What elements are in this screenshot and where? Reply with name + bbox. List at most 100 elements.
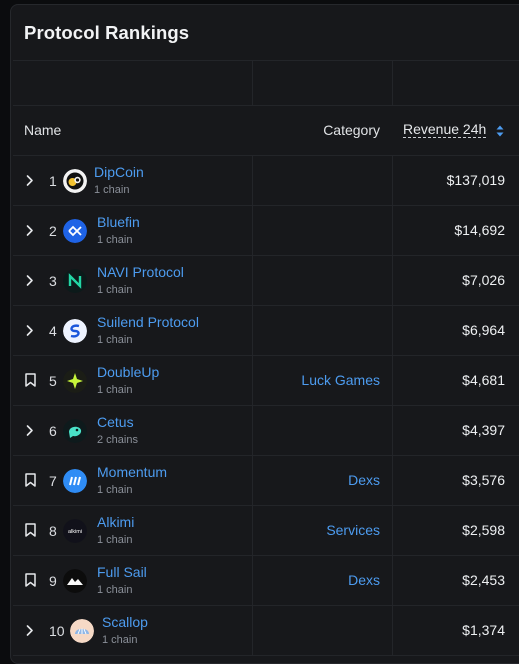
category-link[interactable]: Dexs — [348, 472, 380, 488]
category-column-header[interactable]: Category — [323, 122, 380, 138]
dipcoin-logo-icon — [63, 169, 87, 193]
chain-count: 1 chain — [102, 634, 138, 646]
revenue-value: $4,681 — [462, 372, 505, 388]
column-divider — [252, 156, 253, 205]
column-divider — [392, 61, 393, 105]
bluefin-logo-icon — [63, 219, 87, 243]
chain-count: 1 chain — [97, 334, 133, 346]
column-divider — [252, 206, 253, 255]
column-divider — [392, 506, 393, 555]
column-divider — [392, 306, 393, 355]
momentum-logo-icon — [63, 469, 87, 493]
protocol-name-link[interactable]: Momentum — [97, 464, 167, 480]
doubleup-logo-icon — [63, 369, 87, 393]
chain-count: 1 chain — [97, 384, 133, 396]
fullsail-logo-icon — [63, 569, 87, 593]
chain-count: 1 chain — [97, 534, 133, 546]
category-link[interactable]: Services — [326, 522, 380, 538]
column-divider — [252, 306, 253, 355]
chain-count: 1 chain — [97, 484, 133, 496]
column-divider — [392, 606, 393, 655]
category-link[interactable]: Dexs — [348, 572, 380, 588]
revenue-value: $4,397 — [462, 422, 505, 438]
column-divider — [252, 356, 253, 405]
category-link[interactable]: Luck Games — [301, 372, 380, 388]
revenue-24h-column-header[interactable]: Revenue 24h — [403, 122, 487, 138]
column-divider — [252, 256, 253, 305]
chevron-right-icon[interactable] — [25, 274, 35, 287]
table-body: 1 DipCoin 1 chain $137,019 2 Bluefin 1 chain $1… — [13, 156, 519, 656]
column-divider — [392, 256, 393, 305]
chevron-right-icon[interactable] — [25, 174, 35, 187]
protocol-name-link[interactable]: Scallop — [102, 614, 148, 630]
chain-count: 1 chain — [97, 234, 133, 246]
table-row[interactable]: 5 DoubleUp 1 chain Luck Games $4,681 — [13, 356, 519, 406]
table-row[interactable]: 9 Full Sail 1 chain Dexs $2,453 — [13, 556, 519, 606]
table-row[interactable]: 4 Suilend Protocol 1 chain $6,964 — [13, 306, 519, 356]
revenue-value: $14,692 — [454, 222, 505, 238]
protocol-name-link[interactable]: NAVI Protocol — [97, 264, 184, 280]
rankings-table: Name Category Revenue 24h 1 DipCoin 1 chai… — [13, 60, 519, 656]
table-row[interactable]: 8 alkimi Alkimi 1 chain Services $2,598 — [13, 506, 519, 556]
protocol-name-link[interactable]: DoubleUp — [97, 364, 159, 380]
protocol-name-link[interactable]: Full Sail — [97, 564, 147, 580]
column-divider — [392, 206, 393, 255]
column-divider — [392, 406, 393, 455]
protocol-name-link[interactable]: Alkimi — [97, 514, 134, 530]
cetus-logo-icon — [63, 419, 87, 443]
table-row[interactable]: 1 DipCoin 1 chain $137,019 — [13, 156, 519, 206]
protocol-rankings-panel: Protocol Rankings Name Category Revenue … — [10, 4, 519, 664]
bookmark-icon[interactable] — [25, 523, 36, 537]
chevron-right-icon[interactable] — [25, 624, 35, 637]
suilend-logo-icon — [63, 319, 87, 343]
column-divider — [252, 456, 253, 505]
table-row[interactable]: 7 Momentum 1 chain Dexs $3,576 — [13, 456, 519, 506]
table-row[interactable]: 10 Scallop 1 chain $1,374 — [13, 606, 519, 656]
rank-number: 8 — [49, 523, 57, 539]
alkimi-logo-icon: alkimi — [63, 519, 87, 543]
revenue-value: $2,598 — [462, 522, 505, 538]
revenue-value: $3,576 — [462, 472, 505, 488]
protocol-name-link[interactable]: Suilend Protocol — [97, 314, 199, 330]
table-header-row: Name Category Revenue 24h — [13, 106, 519, 156]
table-row[interactable]: 6 Cetus 2 chains $4,397 — [13, 406, 519, 456]
column-divider — [252, 61, 253, 105]
table-row[interactable]: 3 NAVI Protocol 1 chain $7,026 — [13, 256, 519, 306]
chain-count: 1 chain — [97, 584, 133, 596]
svg-text:alkimi: alkimi — [68, 529, 82, 535]
revenue-value: $7,026 — [462, 272, 505, 288]
chevron-right-icon[interactable] — [25, 424, 35, 437]
rank-number: 6 — [49, 423, 57, 439]
revenue-value: $137,019 — [446, 172, 505, 188]
scallop-logo-icon — [70, 619, 94, 643]
protocol-name-link[interactable]: DipCoin — [94, 164, 144, 180]
rank-number: 2 — [49, 223, 57, 239]
rank-number: 7 — [49, 473, 57, 489]
chevron-right-icon[interactable] — [25, 224, 35, 237]
chain-count: 1 chain — [94, 184, 130, 196]
bookmark-icon[interactable] — [25, 373, 36, 387]
rank-number: 5 — [49, 373, 57, 389]
chevron-right-icon[interactable] — [25, 324, 35, 337]
rank-number: 9 — [49, 573, 57, 589]
rank-number: 10 — [49, 623, 65, 639]
sort-icon[interactable] — [496, 125, 504, 137]
table-spacer-row — [13, 61, 519, 106]
revenue-value: $1,374 — [462, 622, 505, 638]
bookmark-icon[interactable] — [25, 573, 36, 587]
bookmark-icon[interactable] — [25, 473, 36, 487]
name-column-header[interactable]: Name — [24, 122, 61, 138]
rank-number: 3 — [49, 273, 57, 289]
column-divider — [252, 506, 253, 555]
chain-count: 2 chains — [97, 434, 138, 446]
protocol-name-link[interactable]: Bluefin — [97, 214, 140, 230]
rank-number: 4 — [49, 323, 57, 339]
column-divider — [252, 606, 253, 655]
column-divider — [252, 406, 253, 455]
rank-number: 1 — [49, 173, 57, 189]
chain-count: 1 chain — [97, 284, 133, 296]
protocol-name-link[interactable]: Cetus — [97, 414, 134, 430]
table-row[interactable]: 2 Bluefin 1 chain $14,692 — [13, 206, 519, 256]
column-divider — [392, 356, 393, 405]
panel-title: Protocol Rankings — [24, 22, 190, 43]
